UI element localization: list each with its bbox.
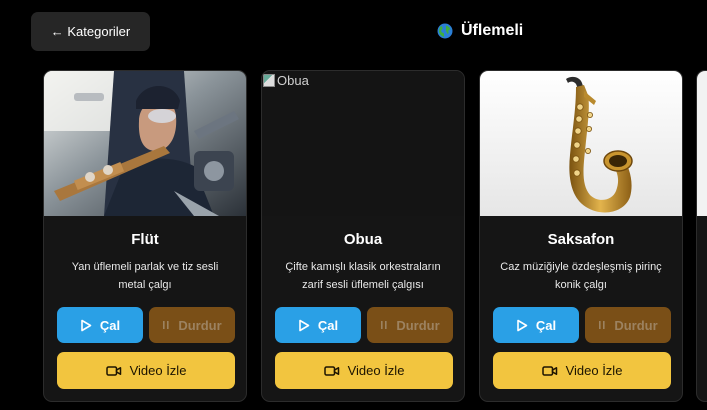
image-alt-label: Obua: [277, 73, 309, 88]
instrument-title: Flüt: [131, 231, 159, 248]
watch-video-button[interactable]: Video İzle: [493, 352, 671, 389]
instrument-description: Çifte kamışlı klasik orkestraların zarif…: [285, 261, 441, 291]
instrument-image: [697, 71, 707, 216]
play-label: Çal: [535, 317, 557, 333]
video-label: Video İzle: [565, 363, 623, 378]
video-camera-icon: [105, 365, 122, 377]
back-to-categories-button[interactable]: ← Kategoriler: [31, 12, 150, 51]
video-camera-icon: [323, 365, 340, 377]
play-icon: [80, 319, 92, 332]
play-label: Çal: [317, 317, 339, 333]
play-icon: [298, 319, 310, 332]
play-button[interactable]: Çal: [275, 307, 361, 343]
image-alt-text: Obua: [263, 73, 309, 88]
video-camera-icon: [541, 365, 558, 377]
play-label: Çal: [99, 317, 121, 333]
instrument-card-list: Flüt Yan üflemeli parlak ve tiz sesli me…: [0, 70, 707, 410]
globe-icon: [437, 23, 453, 39]
instrument-image: Obua: [262, 71, 464, 216]
page-title: Üflemeli: [437, 20, 523, 42]
watch-video-button[interactable]: Video İzle: [275, 352, 453, 389]
pause-icon: [162, 320, 170, 330]
instrument-description: Caz müziğiyle özdeşleşmiş pirinç konik ç…: [500, 261, 662, 291]
stop-button[interactable]: Durdur: [585, 307, 671, 343]
stop-button[interactable]: Durdur: [149, 307, 235, 343]
page-title-text: Üflemeli: [461, 22, 524, 39]
play-button[interactable]: Çal: [57, 307, 143, 343]
stop-label: Durdur: [614, 317, 658, 333]
instrument-title: Saksafon: [547, 231, 615, 248]
instrument-title: Obua: [343, 231, 383, 248]
video-label: Video İzle: [347, 363, 405, 378]
play-icon: [516, 319, 528, 332]
stop-label: Durdur: [396, 317, 440, 333]
play-button[interactable]: Çal: [493, 307, 579, 343]
instrument-image: [44, 71, 246, 216]
video-label: Video İzle: [129, 363, 187, 378]
instrument-description: Yan üflemeli parlak ve tiz sesli metal ç…: [71, 261, 219, 291]
broken-image-icon: [263, 74, 275, 87]
instrument-card: Saksafon Caz müziğiyle özdeşleşmiş pirin…: [479, 70, 683, 402]
pause-icon: [380, 320, 388, 330]
stop-label: Durdur: [178, 317, 222, 333]
instrument-image: [480, 71, 682, 216]
instrument-card: Flüt Yan üflemeli parlak ve tiz sesli me…: [43, 70, 247, 402]
watch-video-button[interactable]: Video İzle: [57, 352, 235, 389]
pause-icon: [598, 320, 606, 330]
instrument-card: Obua Obua Çifte kamışlı klasik orkestral…: [261, 70, 465, 402]
instrument-card-partial: [696, 70, 707, 402]
stop-button[interactable]: Durdur: [367, 307, 453, 343]
